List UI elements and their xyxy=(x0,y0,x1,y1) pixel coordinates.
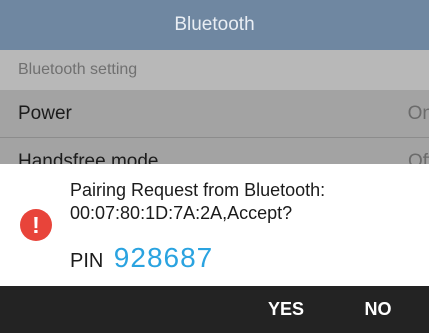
dialog-action-bar: YES NO xyxy=(0,286,429,333)
pin-value: 928687 xyxy=(113,242,214,273)
yes-button[interactable]: YES xyxy=(248,286,324,333)
pin-label: PIN xyxy=(70,250,104,272)
dialog-body: ! Pairing Request from Bluetooth: 00:07:… xyxy=(0,164,429,286)
pairing-message-line-2: 00:07:80:1D:7A:2A,Accept? xyxy=(70,203,293,223)
page-title: Bluetooth xyxy=(0,0,429,50)
section-header: Bluetooth setting xyxy=(0,50,429,90)
setting-label-power: Power xyxy=(18,103,72,124)
no-button[interactable]: NO xyxy=(348,286,408,333)
setting-value-power: On xyxy=(407,103,429,124)
pairing-message: Pairing Request from Bluetooth: 00:07:80… xyxy=(70,179,420,225)
pin-display: PIN 928687 xyxy=(70,242,213,276)
setting-row-power[interactable]: Power On xyxy=(0,90,429,138)
pairing-message-line-1: Pairing Request from Bluetooth: xyxy=(70,180,326,200)
pairing-request-dialog: ! Pairing Request from Bluetooth: 00:07:… xyxy=(0,164,429,333)
exclamation-icon: ! xyxy=(20,209,52,241)
